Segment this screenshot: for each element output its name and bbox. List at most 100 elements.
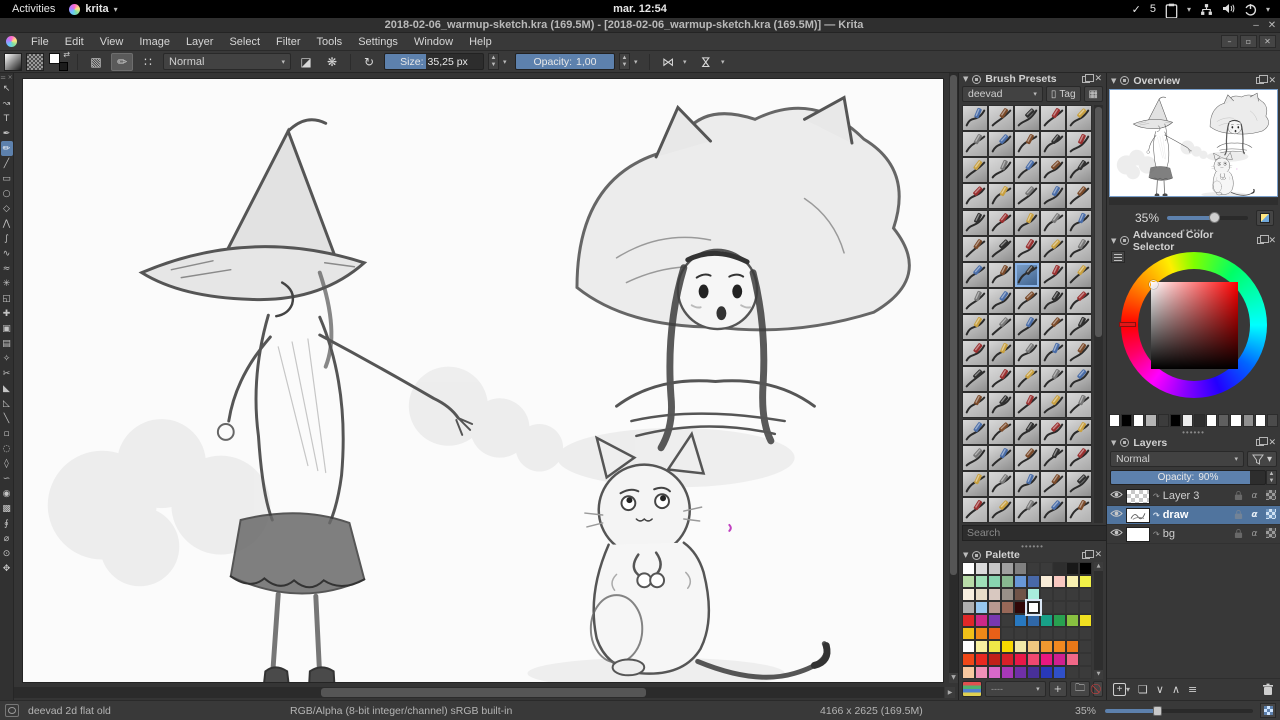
menu-settings[interactable]: Settings [350,34,406,50]
palette-empty-slot[interactable] [1079,653,1092,666]
menu-select[interactable]: Select [221,34,268,50]
palette-swatch[interactable] [1014,575,1027,588]
palette-swatch[interactable] [988,562,1001,575]
foreground-background-colors[interactable]: ⇄ [48,50,70,71]
brush-preset[interactable] [1014,131,1040,158]
layers-dock-header[interactable]: ▼ Layers ✕ [1107,435,1280,450]
lock-icon[interactable] [1232,528,1245,541]
opacity-slider[interactable]: Opacity: 1,00 [515,53,615,70]
brush-preset[interactable] [1014,340,1040,367]
palette-swatch[interactable] [975,588,988,601]
palette-swatch[interactable] [975,575,988,588]
palette-swatch[interactable] [975,627,988,640]
brush-preset[interactable] [962,366,988,393]
palette-swatch[interactable] [1066,640,1079,653]
document-size-info[interactable]: 4166 x 2625 (169.5M) [820,705,923,717]
palette-swatch[interactable] [962,666,975,679]
brush-preset[interactable] [962,392,988,419]
brush-preset[interactable] [1040,366,1066,393]
palette-swatch[interactable] [1027,640,1040,653]
network-icon[interactable] [1200,3,1213,16]
brush-preset[interactable] [1040,418,1066,445]
layer-thumbnail[interactable] [1126,526,1150,542]
brush-preset[interactable] [1066,314,1092,340]
brush-preset[interactable] [1066,183,1092,210]
scrollbar-thumb[interactable] [320,688,647,697]
palette-swatch[interactable] [962,562,975,575]
tag-button[interactable]: ▯ Tag [1045,86,1081,102]
brush-preset[interactable] [1014,209,1040,236]
color-selector-settings-icon[interactable] [1111,251,1125,263]
add-color-button[interactable]: + [1048,681,1067,697]
color-history-swatch[interactable] [1145,414,1157,427]
mdi-restore-button[interactable]: – [1221,35,1238,48]
palette-empty-slot[interactable] [1040,627,1053,640]
brush-size-spinner[interactable]: ▲ ▼ [488,53,499,70]
palette-swatch[interactable] [1027,614,1040,627]
layer-filter-button[interactable]: ▾ [1246,451,1277,467]
palette-swatch[interactable] [1053,653,1066,666]
tool-dynamic-brush[interactable]: ≈ [1,261,13,276]
saturation-value-square[interactable] [1149,280,1238,369]
color-history-swatch[interactable] [1157,414,1169,427]
layer-row-layer-3[interactable]: ↷ Layer 3 α [1107,487,1280,506]
menu-tools[interactable]: Tools [309,34,351,50]
move-layer-down-button[interactable]: ∨ [1156,683,1164,696]
palette-swatch[interactable] [975,653,988,666]
mirror-horizontal-button[interactable]: ⋈ [657,53,679,71]
brush-preset[interactable] [988,287,1014,314]
tool-rect-select[interactable]: ▫ [1,426,13,441]
palette-empty-slot[interactable] [1040,562,1053,575]
brush-preset[interactable] [1066,105,1092,131]
tool-freehand-brush[interactable]: ✏ [0,141,13,156]
close-dock-icon[interactable]: ✕ [1268,236,1276,246]
brush-preset[interactable] [1014,183,1040,210]
chevron-down-icon[interactable]: ▾ [683,58,691,66]
overview-options-button[interactable] [1256,209,1274,226]
pass-through-icon[interactable]: ↷ [1153,492,1160,501]
layer-row-bg[interactable]: ↷ bg α [1107,525,1280,544]
canvas-area[interactable]: ▼ ▶ [14,73,958,720]
menu-image[interactable]: Image [131,34,178,50]
brush-preset[interactable] [1066,340,1092,367]
brush-preset[interactable] [1014,314,1040,340]
color-selector-body[interactable] [1107,248,1280,414]
brush-preset[interactable] [988,444,1014,471]
brush-preset[interactable] [1066,392,1092,419]
palette-swatch[interactable] [1001,666,1014,679]
palette-swatch[interactable] [1001,601,1014,614]
tool-measure[interactable]: ╲ [1,411,13,426]
color-history-swatch[interactable] [1206,414,1218,427]
brush-preset[interactable] [962,235,988,262]
palette-swatch[interactable] [988,653,1001,666]
scroll-right-arrow[interactable]: ▶ [945,687,955,698]
tool-crop[interactable]: ▣ [1,321,13,336]
tool-color-sampler[interactable]: ✧ [1,351,13,366]
brush-preset[interactable] [962,470,988,497]
brush-preset[interactable] [962,496,988,523]
duplicate-layer-button[interactable]: ❏ [1138,683,1148,696]
color-history-swatch[interactable] [1133,414,1145,427]
tool-text[interactable]: T [1,111,13,126]
palette-swatch[interactable] [1027,601,1040,614]
collapse-icon[interactable]: ▼ [963,551,968,559]
brush-preset[interactable] [962,131,988,158]
brush-preset[interactable] [988,340,1014,367]
activities-button[interactable]: Activities [12,3,55,15]
remove-color-button[interactable]: ⃠ [1093,681,1103,697]
close-dock-icon[interactable]: ✕ [1268,438,1276,448]
brush-preset[interactable] [962,183,988,210]
palette-swatch[interactable] [1014,588,1027,601]
color-selector-dock-header[interactable]: ▼ Advanced Color Selector ✕ [1107,229,1280,253]
zoom-slider[interactable] [1105,706,1253,716]
collapse-icon[interactable]: ▼ [1111,439,1116,447]
palette-swatch[interactable] [962,588,975,601]
palette-swatch[interactable] [1014,640,1027,653]
canvas-horizontal-scrollbar[interactable]: ▶ [14,687,955,698]
close-button[interactable]: ✕ [1264,20,1280,31]
alpha-lock-icon[interactable]: α [1248,529,1261,539]
collapse-icon[interactable]: ▼ [963,75,968,83]
brush-preset[interactable] [1040,105,1066,131]
palette-swatch[interactable] [1014,562,1027,575]
palette-empty-slot[interactable] [1053,588,1066,601]
